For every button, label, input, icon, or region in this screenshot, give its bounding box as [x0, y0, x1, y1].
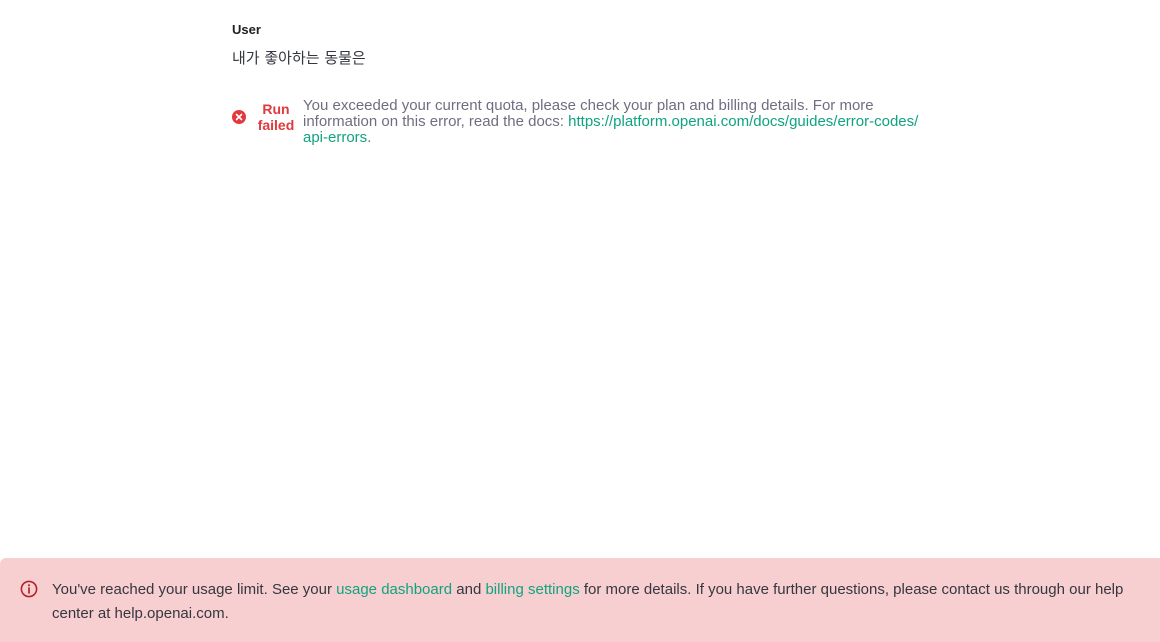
run-status: Run failed You exceeded your current quo…: [232, 98, 932, 146]
run-error-message: You exceeded your current quota, please …: [303, 98, 925, 146]
info-circle-icon: [20, 580, 38, 598]
banner-text-1: You've reached your usage limit. See you…: [52, 581, 337, 598]
banner-text-2: and: [452, 581, 486, 598]
message-thread: User 내가 좋아하는 동물은 Run failed You exceeded…: [232, 22, 932, 146]
billing-settings-link[interactable]: billing settings: [485, 581, 579, 598]
message-role-label: User: [232, 22, 261, 37]
run-failed-badge: Run failed: [232, 98, 303, 133]
run-error-suffix: .: [367, 129, 372, 146]
x-circle-icon: [232, 110, 246, 124]
usage-limit-message: You've reached your usage limit. See you…: [52, 578, 1150, 626]
usage-dashboard-link[interactable]: usage dashboard: [336, 581, 452, 598]
run-status-line2: failed: [257, 117, 295, 133]
user-message-text: 내가 좋아하는 동물은: [232, 49, 366, 67]
run-status-line1: Run: [262, 101, 290, 117]
usage-limit-banner: You've reached your usage limit. See you…: [0, 558, 1160, 642]
playground-page: User 내가 좋아하는 동물은 Run failed You exceeded…: [0, 0, 1160, 642]
run-failed-label: Run failed: [255, 101, 297, 133]
